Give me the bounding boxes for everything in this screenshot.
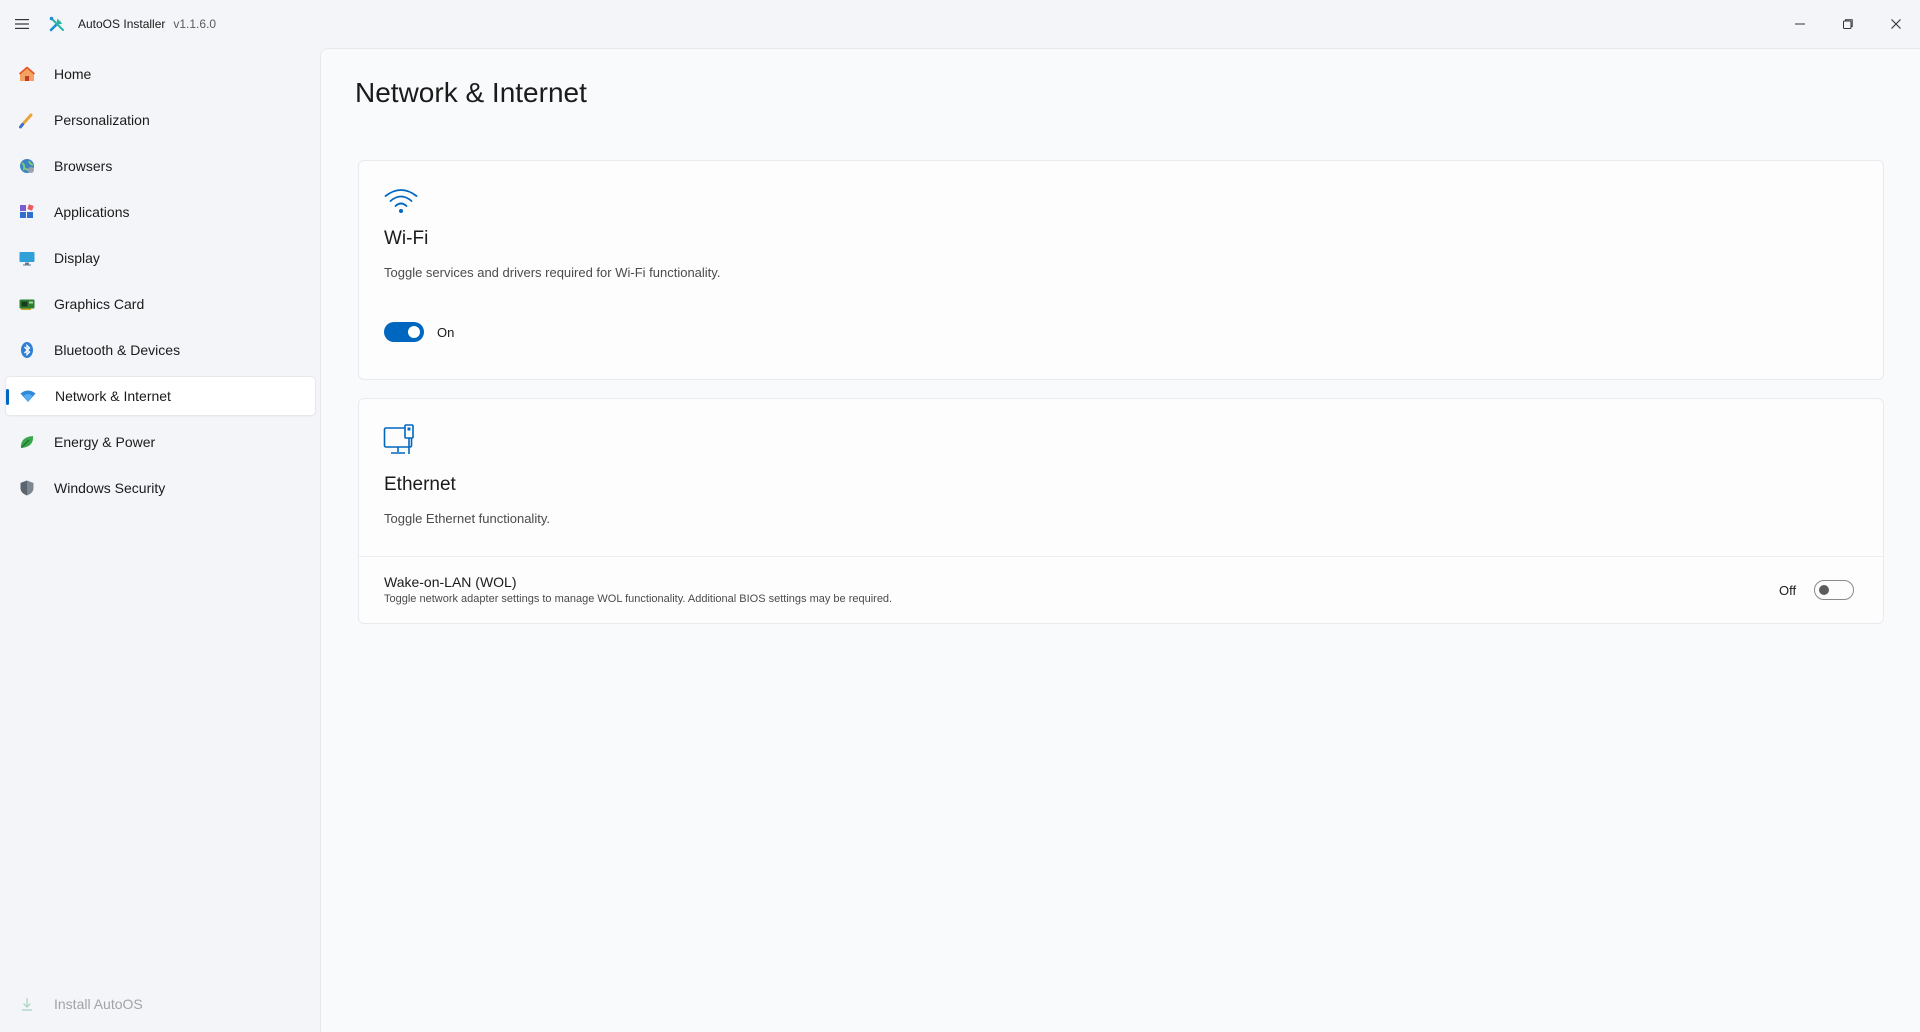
download-icon [17, 994, 37, 1014]
sidebar-item-label: Display [54, 250, 100, 266]
ethernet-description: Toggle Ethernet functionality. [384, 511, 550, 526]
hamburger-menu-icon[interactable] [11, 13, 33, 35]
minimize-button[interactable] [1776, 0, 1824, 48]
page-title: Network & Internet [355, 77, 587, 108]
globe-icon [17, 156, 37, 176]
sidebar-item-network-internet[interactable]: Network & Internet [5, 376, 316, 416]
install-autoos-label: Install AutoOS [54, 996, 143, 1012]
wifi-icon [18, 386, 38, 406]
sidebar-item-energy-power[interactable]: Energy & Power [5, 422, 316, 462]
shield-icon [17, 478, 37, 498]
sidebar-item-label: Network & Internet [55, 388, 171, 404]
monitor-icon [17, 248, 37, 268]
restore-icon [1843, 19, 1853, 29]
wol-title: Wake-on-LAN (WOL) [384, 574, 517, 590]
wol-toggle-state: Off [1779, 583, 1797, 598]
apps-icon [17, 202, 37, 222]
sidebar-item-label: Home [54, 66, 92, 82]
sidebar: Home Personalization Browsers Applicatio… [0, 48, 320, 1032]
ethernet-icon [383, 424, 419, 460]
sidebar-item-label: Windows Security [54, 480, 166, 496]
tools-icon [46, 13, 68, 35]
sidebar-item-applications[interactable]: Applications [5, 192, 316, 232]
sidebar-item-personalization[interactable]: Personalization [5, 100, 316, 140]
leaf-icon [17, 432, 37, 452]
bluetooth-icon [17, 340, 37, 360]
sidebar-item-windows-security[interactable]: Windows Security [5, 468, 316, 508]
divider [359, 556, 1883, 557]
content-pane: Network & Internet Wi-Fi Toggle services… [320, 48, 1920, 1032]
title-bar: AutoOS Installer v1.1.6.0 [0, 0, 1920, 48]
sidebar-item-label: Personalization [54, 112, 150, 128]
sidebar-item-label: Graphics Card [54, 296, 145, 312]
app-version: v1.1.6.0 [173, 17, 217, 31]
restore-button[interactable] [1824, 0, 1872, 48]
home-icon [17, 64, 37, 84]
gpu-icon [17, 294, 37, 314]
close-icon [1891, 19, 1901, 29]
ethernet-card: Ethernet Toggle Ethernet functionality. … [358, 398, 1884, 624]
wol-toggle[interactable] [1814, 580, 1854, 600]
wifi-title: Wi-Fi [384, 228, 429, 249]
window-controls [1776, 0, 1920, 48]
sidebar-item-home[interactable]: Home [5, 54, 316, 94]
wol-description: Toggle network adapter settings to manag… [384, 593, 893, 605]
install-autoos-button[interactable]: Install AutoOS [5, 984, 316, 1024]
wifi-description: Toggle services and drivers required for… [384, 265, 721, 280]
ethernet-title: Ethernet [384, 474, 456, 495]
sidebar-item-graphics-card[interactable]: Graphics Card [5, 284, 316, 324]
wifi-icon [383, 185, 419, 221]
minimize-icon [1795, 23, 1805, 25]
wifi-card: Wi-Fi Toggle services and drivers requir… [358, 160, 1884, 380]
sidebar-item-label: Applications [54, 204, 130, 220]
close-button[interactable] [1872, 0, 1920, 48]
sidebar-item-label: Bluetooth & Devices [54, 342, 181, 358]
sidebar-item-display[interactable]: Display [5, 238, 316, 278]
sidebar-item-label: Browsers [54, 158, 113, 174]
app-title: AutoOS Installer [78, 17, 166, 31]
sidebar-item-browsers[interactable]: Browsers [5, 146, 316, 186]
wifi-toggle-state: On [437, 325, 455, 340]
sidebar-item-label: Energy & Power [54, 434, 156, 450]
brush-icon [17, 110, 37, 130]
wifi-toggle[interactable] [384, 322, 424, 342]
sidebar-item-bluetooth-devices[interactable]: Bluetooth & Devices [5, 330, 316, 370]
